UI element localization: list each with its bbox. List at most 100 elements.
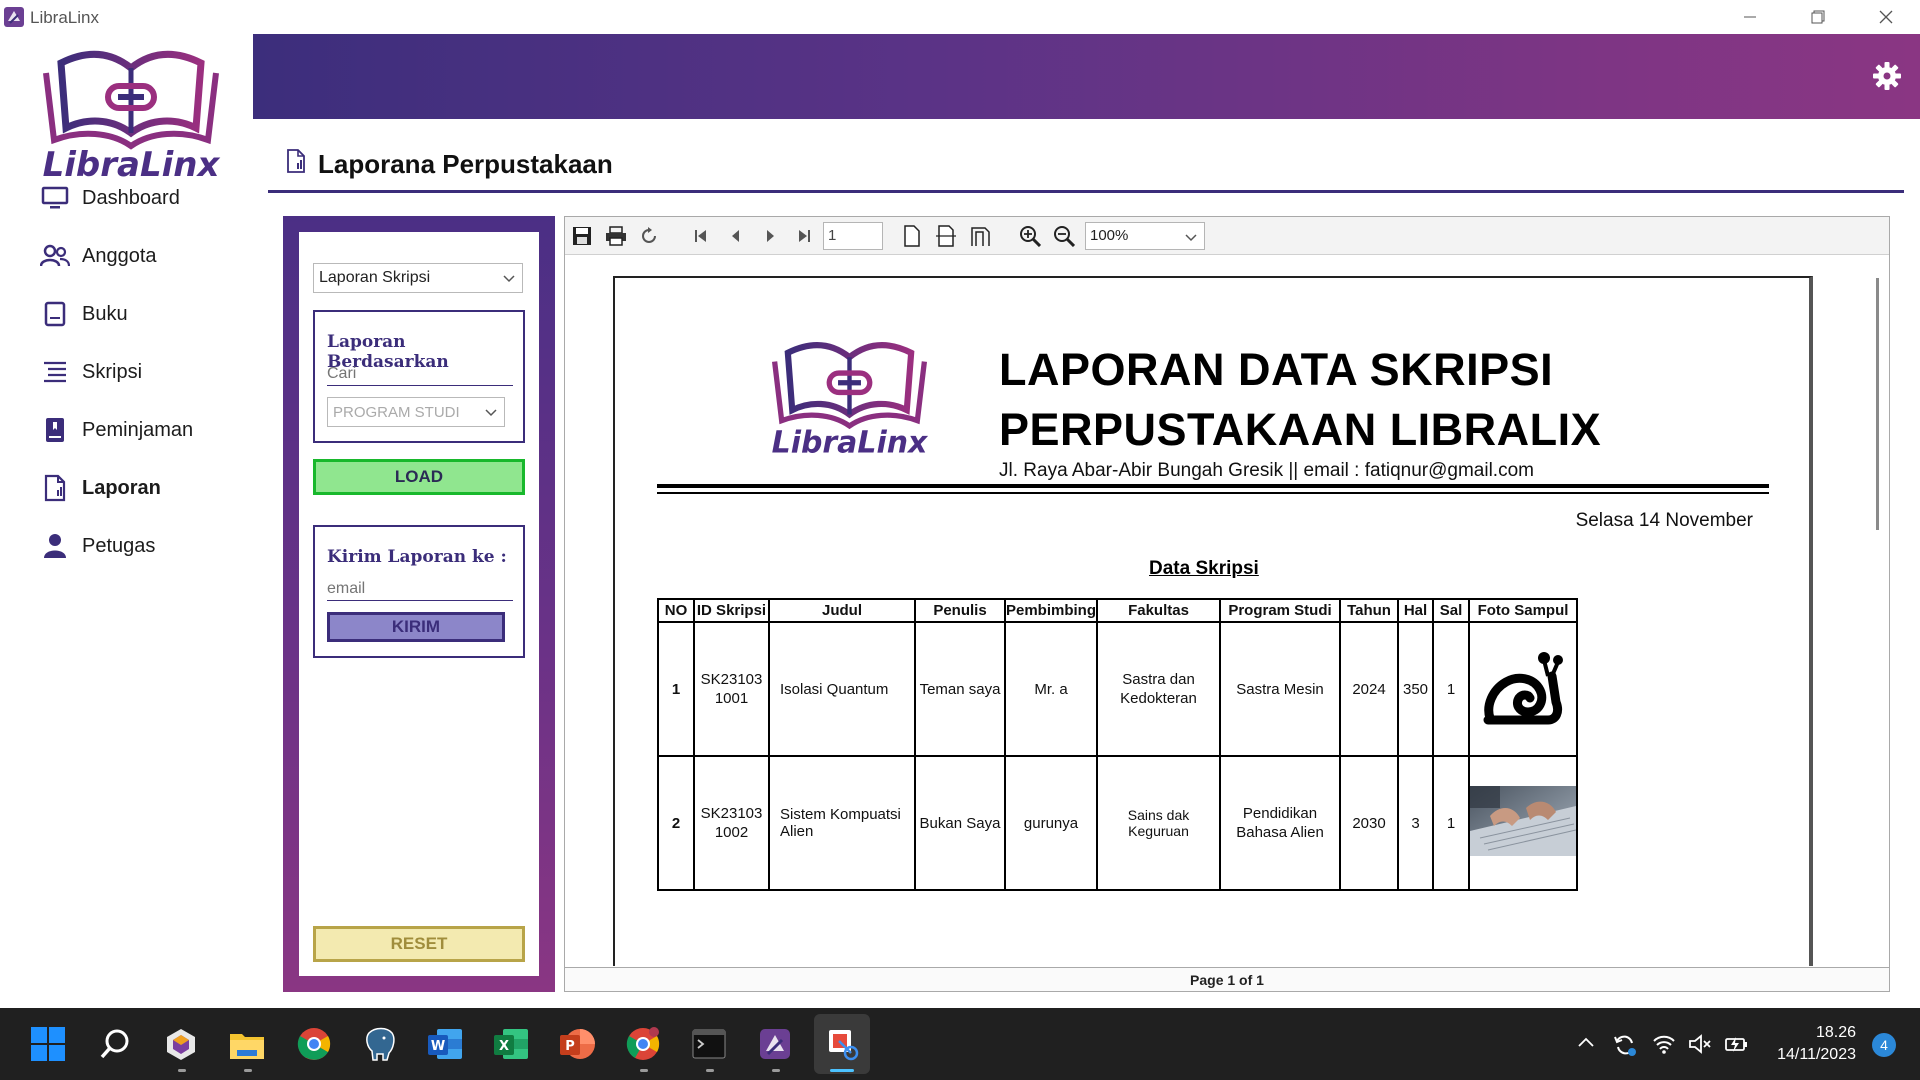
sidebar-item-dashboard[interactable]: Dashboard xyxy=(40,178,180,218)
sidebar-item-laporan[interactable]: Laporan xyxy=(40,468,161,508)
column-header: Foto Sampul xyxy=(1468,598,1579,623)
tray-volume[interactable] xyxy=(1688,1033,1712,1060)
column-header: Penulis xyxy=(914,598,1006,623)
tray-overflow-button[interactable] xyxy=(1576,1033,1596,1058)
report-viewer: 1 100% LibraLinx LAPORAN DATA SKRIPSI PE… xyxy=(564,216,1890,992)
close-button[interactable] xyxy=(1852,0,1920,34)
svg-text:P: P xyxy=(565,1039,575,1054)
first-page-button[interactable] xyxy=(688,223,714,249)
volume-muted-icon xyxy=(1689,1034,1711,1054)
sidebar-item-skripsi[interactable]: Skripsi xyxy=(40,352,142,392)
report-scrollbar[interactable] xyxy=(1876,278,1879,530)
report-table: NO ID Skripsi Judul Penulis Pembimbing F… xyxy=(657,598,1579,891)
taskbar-app-explorer[interactable] xyxy=(227,1024,267,1064)
send-button[interactable]: KIRIM xyxy=(327,612,505,642)
zoom-in-icon xyxy=(1020,226,1041,247)
cell-hal: 3 xyxy=(1397,755,1435,891)
tray-sync[interactable] xyxy=(1612,1033,1638,1062)
report-page-area: LibraLinx LAPORAN DATA SKRIPSI PERPUSTAK… xyxy=(565,256,1889,966)
running-indicator xyxy=(244,1069,252,1072)
tray-battery[interactable] xyxy=(1724,1033,1750,1060)
monitor-icon xyxy=(40,183,70,213)
email-field[interactable] xyxy=(327,577,513,601)
sidebar-item-buku[interactable]: Buku xyxy=(40,294,128,334)
zoom-out-button[interactable] xyxy=(1051,223,1077,249)
taskbar-app-excel[interactable]: X xyxy=(491,1024,531,1064)
taskbar-app-chrome-profile[interactable] xyxy=(623,1024,663,1064)
sidebar-item-peminjaman[interactable]: Peminjaman xyxy=(40,410,193,450)
sidebar-item-anggota[interactable]: Anggota xyxy=(40,236,157,276)
report-title-line1: LAPORAN DATA SKRIPSI xyxy=(999,344,1554,395)
send-report-group: Kirim Laporan ke : KIRIM xyxy=(313,525,525,658)
next-page-button[interactable] xyxy=(757,223,783,249)
reset-button[interactable]: RESET xyxy=(313,926,525,962)
print-button[interactable] xyxy=(603,223,629,249)
column-header: Sal xyxy=(1432,598,1471,623)
report-title-line2: PERPUSTAKAAN LIBRALIX xyxy=(999,404,1602,455)
running-indicator xyxy=(640,1069,648,1072)
taskbar-app-postgres[interactable] xyxy=(360,1024,400,1064)
tray-wifi[interactable] xyxy=(1652,1033,1676,1060)
viewer-status-bar: Page 1 of 1 xyxy=(565,967,1889,991)
laptop-photo xyxy=(1470,786,1577,856)
save-icon xyxy=(573,227,591,245)
search-button[interactable] xyxy=(95,1024,135,1064)
sidebar-item-petugas[interactable]: Petugas xyxy=(40,526,155,566)
chrome-icon xyxy=(626,1027,660,1060)
program-studi-select[interactable]: PROGRAM STUDI xyxy=(327,397,505,427)
zoom-in-button[interactable] xyxy=(1017,223,1043,249)
refresh-button[interactable] xyxy=(636,223,662,249)
chrome-icon xyxy=(297,1028,331,1060)
cell-id: SK231031001 xyxy=(693,621,770,757)
elephant-icon xyxy=(366,1027,395,1061)
last-page-button[interactable] xyxy=(791,223,817,249)
restore-button[interactable] xyxy=(1784,0,1852,34)
full-page-button[interactable] xyxy=(967,223,993,249)
column-header: Hal xyxy=(1397,598,1435,623)
load-button[interactable]: LOAD xyxy=(313,459,525,495)
previous-icon xyxy=(732,230,739,242)
report-type-select[interactable]: Laporan Skripsi xyxy=(313,263,523,293)
taskbar-app-powerpoint[interactable]: P xyxy=(557,1024,597,1064)
gear-icon[interactable] xyxy=(1872,61,1902,91)
person-icon xyxy=(40,531,70,561)
search-icon xyxy=(100,1029,129,1059)
sidebar-item-label: Anggota xyxy=(82,244,157,267)
taskbar-clock[interactable]: 18.26 14/11/2023 xyxy=(1777,1022,1856,1066)
taskbar-app-libralinx[interactable] xyxy=(755,1024,795,1064)
libralinx-app-icon xyxy=(760,1029,790,1059)
taskbar-app-word[interactable]: W xyxy=(425,1024,465,1064)
window-titlebar: LibraLinx xyxy=(0,0,1920,34)
chevron-down-icon xyxy=(503,275,515,283)
window-title: LibraLinx xyxy=(30,8,99,27)
previous-page-button[interactable] xyxy=(723,223,749,249)
zoom-value: 100% xyxy=(1090,227,1129,244)
search-input[interactable] xyxy=(327,362,513,386)
notification-badge[interactable]: 4 xyxy=(1872,1033,1896,1057)
single-page-button[interactable] xyxy=(899,223,925,249)
chevron-down-icon xyxy=(1185,234,1197,242)
report-logo: LibraLinx xyxy=(772,342,929,460)
cell-prodi: Sastra Mesin xyxy=(1219,621,1342,757)
viewer-toolbar: 1 100% xyxy=(565,217,1889,255)
start-button[interactable] xyxy=(28,1024,68,1064)
cube-app-icon xyxy=(167,1029,195,1060)
page-width-button[interactable] xyxy=(933,223,959,249)
sidebar-item-label: Laporan xyxy=(82,476,161,499)
page-number-input[interactable]: 1 xyxy=(823,222,883,250)
taskbar-app-terminal[interactable] xyxy=(689,1024,729,1064)
report-subtitle: Data Skripsi xyxy=(1149,558,1259,579)
save-button[interactable] xyxy=(569,223,595,249)
book-icon xyxy=(40,299,70,329)
clock-time: 18.26 xyxy=(1815,1024,1856,1041)
minimize-icon xyxy=(1744,16,1756,18)
cell-tahun: 2024 xyxy=(1339,621,1400,757)
taskbar-app-snipping[interactable] xyxy=(822,1024,862,1064)
taskbar-app-chrome[interactable] xyxy=(294,1024,334,1064)
minimize-button[interactable] xyxy=(1716,0,1784,34)
taskbar-app-box[interactable] xyxy=(161,1024,201,1064)
active-indicator xyxy=(830,1069,854,1072)
zoom-select[interactable]: 100% xyxy=(1085,222,1205,250)
report-title: LAPORAN DATA SKRIPSI PERPUSTAKAAN LIBRAL… xyxy=(999,340,1601,460)
sidebar: LibraLinx Dashboard Anggota Buku Skripsi… xyxy=(0,34,253,1008)
